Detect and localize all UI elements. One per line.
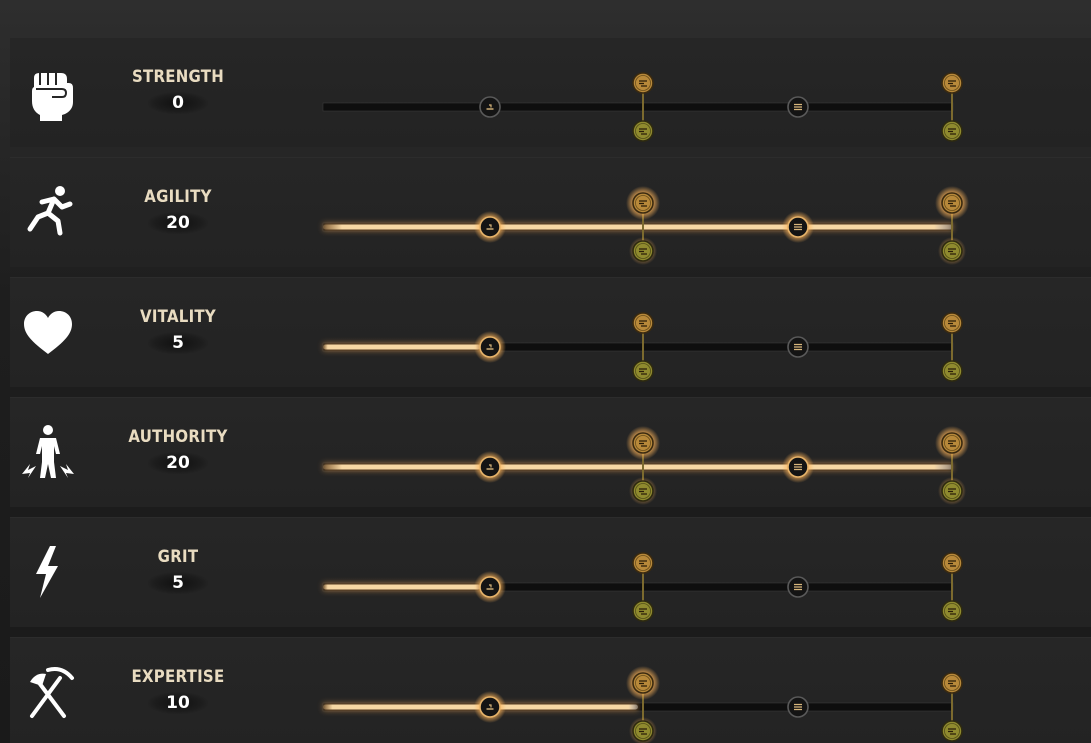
milestone-node-top [941,432,963,454]
attribute-name: AGILITY [144,187,212,207]
attribute-progress-track[interactable] [305,542,965,622]
attribute-progress-track[interactable] [305,422,969,505]
track-fill [323,224,953,230]
track-fill [323,344,481,350]
milestone-node-bottom [941,120,963,142]
milestone-node [479,336,501,358]
attribute-progress-track[interactable] [305,662,965,743]
milestone-node-top [632,192,654,214]
pickaxe-axe-icon [20,662,76,722]
milestone-node [787,456,809,478]
milestone-node [479,696,501,718]
milestone-node [787,96,809,118]
milestone-node-top [941,552,963,574]
attribute-value: 5 [148,332,208,354]
milestone-node-bottom [632,360,654,382]
attribute-name: EXPERTISE [131,667,225,687]
attribute-row-strength[interactable]: STRENGTH 0 [10,37,1091,147]
attribute-value: 0 [148,92,208,114]
milestone-node [479,456,501,478]
attribute-value: 5 [148,572,208,594]
attribute-row-grit[interactable]: GRIT 5 [10,517,1091,627]
attributes-panel: STRENGTH 0 AGILITY 20 VITALITY 5 AUTHORITY 20 GR… [0,0,1091,743]
commander-icon [20,422,76,482]
track-fill [323,464,953,470]
attribute-progress-track[interactable] [305,182,969,265]
milestone-node [479,96,501,118]
milestone-node [479,576,501,598]
attribute-name: STRENGTH [131,67,225,87]
milestone-node-bottom [632,720,654,742]
attribute-row-vitality[interactable]: VITALITY 5 [10,277,1091,387]
milestone-node-bottom [941,360,963,382]
lightning-icon [20,542,76,602]
milestone-node-top [941,192,963,214]
attribute-value: 20 [148,452,208,474]
runner-icon [20,182,76,242]
milestone-node-bottom [632,240,654,262]
attribute-name: AUTHORITY [128,427,228,447]
milestone-node [787,216,809,238]
attribute-value: 20 [148,212,208,234]
milestone-node [787,576,809,598]
attribute-progress-track[interactable] [305,302,965,382]
fist-icon [20,62,76,122]
track-background [322,102,954,112]
heart-icon [20,302,76,362]
milestone-node-bottom [941,600,963,622]
milestone-node-top [632,312,654,334]
milestone-node-top [941,72,963,94]
attribute-row-authority[interactable]: AUTHORITY 20 [10,397,1091,507]
milestone-node-top [632,72,654,94]
milestone-node-top [632,552,654,574]
milestone-node-bottom [632,120,654,142]
milestone-node-top [941,672,963,694]
attribute-row-agility[interactable]: AGILITY 20 [10,157,1091,267]
milestone-node-bottom [941,240,963,262]
attribute-name: GRIT [157,547,199,567]
milestone-node-top [941,312,963,334]
attribute-progress-track[interactable] [305,62,965,142]
milestone-node [787,336,809,358]
attribute-name: VITALITY [139,307,217,327]
milestone-node-bottom [941,480,963,502]
attribute-value: 10 [148,692,208,714]
attribute-row-expertise[interactable]: EXPERTISE 10 [10,637,1091,743]
milestone-node-top [632,432,654,454]
milestone-node [787,696,809,718]
track-fill [323,584,481,590]
milestone-node [479,216,501,238]
milestone-node-top [632,672,654,694]
milestone-node-bottom [941,720,963,742]
milestone-node-bottom [632,600,654,622]
milestone-node-bottom [632,480,654,502]
